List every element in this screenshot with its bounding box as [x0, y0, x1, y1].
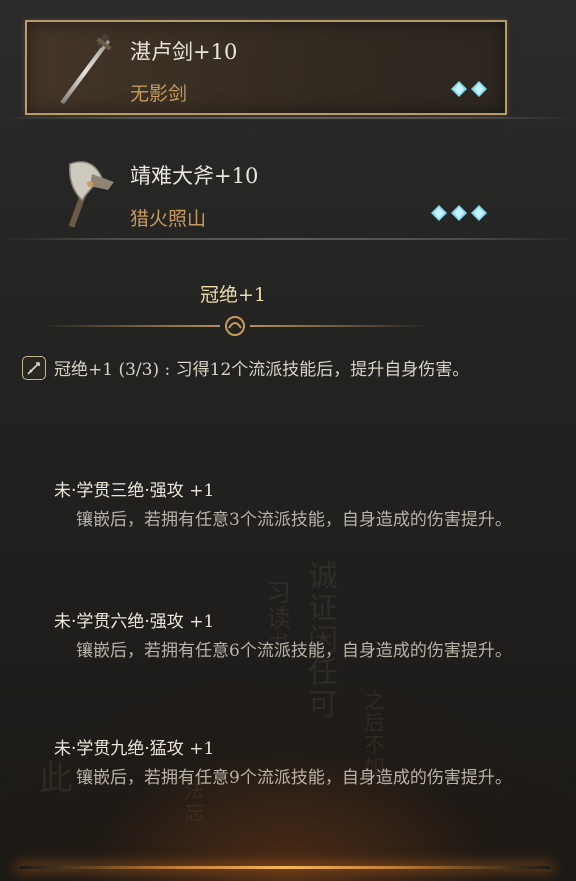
row-divider	[0, 117, 576, 119]
gem-slots	[430, 204, 488, 222]
entry-description: 镶嵌后，若拥有任意9个流派技能，自身造成的伤害提升。	[76, 768, 512, 788]
entry-title: 未·学贯六绝·强攻 +1	[54, 612, 215, 632]
gem-icon	[471, 81, 487, 97]
entry-description: 镶嵌后，若拥有任意6个流派技能，自身造成的伤害提升。	[76, 641, 512, 661]
set-bonus: 冠绝+1 (3/3) : 习得12个流派技能后，提升自身伤害。	[22, 355, 469, 380]
weapon-name: 靖难大斧+10	[130, 164, 259, 188]
gem-slots	[450, 80, 488, 98]
gem-icon	[471, 205, 487, 221]
entry-title: 未·学贯九绝·猛攻 +1	[54, 739, 215, 759]
axe-icon	[62, 156, 132, 228]
weapon-skill: 无影剑	[130, 83, 188, 105]
gem-icon	[451, 81, 467, 97]
inlay-entry: 未·学贯九绝·猛攻 +1 镶嵌后，若拥有任意9个流派技能，自身造成的伤害提升。	[54, 735, 544, 793]
equipment-panel: 诚证闲任可 习读书 之后不如 法忘 此 湛卢剑+10 无影剑 靖难大斧+10 猎…	[0, 0, 576, 881]
sword-icon	[52, 32, 122, 104]
row-divider	[0, 238, 576, 240]
sword-stance-icon	[22, 355, 46, 380]
weapon-skill: 猎火照山	[130, 208, 207, 230]
bottom-glow-divider	[20, 866, 550, 869]
set-bonus-text: 冠绝+1 (3/3) : 习得12个流派技能后，提升自身伤害。	[54, 360, 470, 380]
entry-title: 未·学贯三绝·强攻 +1	[54, 481, 215, 501]
inlay-entry: 未·学贯六绝·强攻 +1 镶嵌后，若拥有任意6个流派技能，自身造成的伤害提升。	[54, 608, 544, 666]
weapon-slot-2[interactable]: 靖难大斧+10 猎火照山	[0, 120, 576, 240]
inlay-entry: 未·学贯三绝·强攻 +1 镶嵌后，若拥有任意3个流派技能，自身造成的伤害提升。	[54, 477, 544, 535]
set-title: 冠绝+1	[199, 284, 266, 306]
weapon-slot-1[interactable]: 湛卢剑+10 无影剑	[0, 0, 576, 120]
ornament-divider	[40, 316, 430, 336]
entry-description: 镶嵌后，若拥有任意3个流派技能，自身造成的伤害提升。	[76, 510, 512, 530]
weapon-name: 湛卢剑+10	[130, 40, 238, 64]
gem-icon	[451, 205, 467, 221]
gem-icon	[431, 205, 447, 221]
